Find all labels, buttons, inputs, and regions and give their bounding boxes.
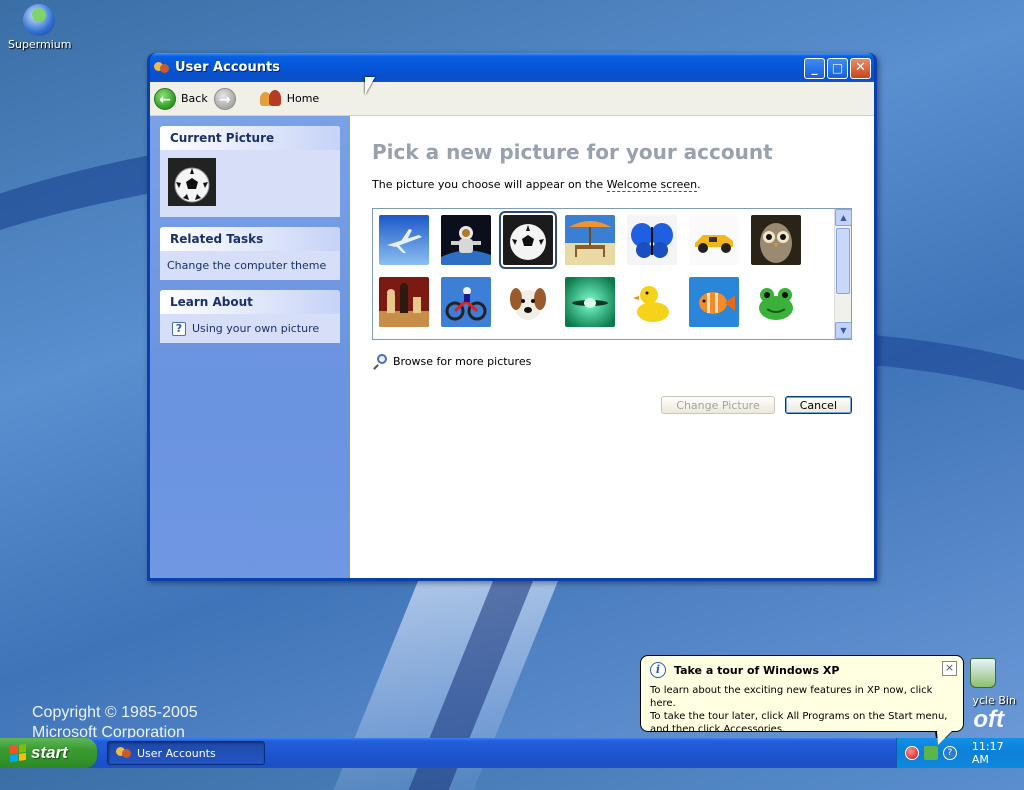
info-icon: i (650, 662, 666, 678)
browse-pictures-label: Browse for more pictures (393, 355, 532, 368)
picture-dog[interactable] (503, 277, 553, 327)
picture-rubber-duck[interactable] (627, 277, 677, 327)
home-button[interactable]: Home (242, 89, 320, 108)
recycle-bin-icon[interactable] (968, 658, 998, 694)
current-picture-soccer-ball (168, 158, 216, 206)
browse-pictures-link[interactable]: Browse for more pictures (372, 354, 852, 370)
picture-soccer-ball[interactable] (499, 211, 557, 269)
picture-chess[interactable] (379, 277, 429, 327)
main-content: Pick a new picture for your account The … (350, 116, 874, 578)
current-picture-panel: Current Picture (160, 126, 340, 217)
tour-tray-icon[interactable]: ? (942, 746, 957, 760)
picture-butterfly[interactable] (627, 215, 677, 265)
clock[interactable]: 11:17 AM (972, 740, 1024, 766)
balloon-title: Take a tour of Windows XP (674, 663, 840, 677)
picture-goldfish[interactable] (689, 277, 739, 327)
balloon-line: To learn about the exciting new features… (650, 685, 933, 709)
change-picture-button[interactable]: Change Picture (661, 396, 775, 414)
taskbar-item-user-accounts[interactable]: User Accounts (107, 741, 265, 765)
desktop-icon-supermium[interactable]: Supermium (8, 4, 72, 51)
user-accounts-home-icon (259, 89, 282, 108)
taskbar-item-label: User Accounts (137, 746, 216, 760)
picture-astronaut[interactable] (441, 215, 491, 265)
scrollbar-thumb[interactable] (836, 228, 850, 294)
picture-race-car[interactable] (689, 215, 739, 265)
balloon-message: To learn about the exciting new features… (650, 684, 954, 736)
user-accounts-icon (116, 745, 132, 761)
maximize-button[interactable]: □ (827, 58, 848, 79)
security-shield-icon[interactable] (905, 746, 919, 760)
scroll-up-icon[interactable]: ▲ (835, 209, 852, 226)
help-question-icon: ? (172, 321, 186, 336)
page-description: The picture you choose will appear on th… (372, 178, 852, 192)
mouse-cursor-icon (365, 77, 375, 95)
related-tasks-panel: Related Tasks Change the computer theme (160, 227, 340, 280)
picture-list: ▲ ▼ (372, 208, 852, 340)
back-arrow-icon: ← (154, 87, 176, 110)
copyright-line: Copyright © 1985-2005 (32, 704, 198, 721)
start-button[interactable]: start (0, 738, 97, 768)
picture-dirt-bike[interactable] (441, 277, 491, 327)
balloon-line: To take the tour later, click All Progra… (650, 711, 948, 722)
window-body: Current Picture Related Tasks Change the… (150, 116, 874, 578)
task-pane: Current Picture Related Tasks Change the… (150, 116, 350, 578)
home-label: Home (286, 92, 320, 105)
start-label: start (31, 743, 68, 762)
forward-button[interactable]: → (213, 87, 236, 110)
change-theme-link[interactable]: Change the computer theme (167, 257, 333, 274)
system-tray: ? 11:17 AM (896, 738, 1024, 768)
help-link-label: Using your own picture (192, 322, 320, 335)
page-heading: Pick a new picture for your account (372, 140, 773, 164)
title-bar[interactable]: User Accounts _ □ ✕ (150, 53, 874, 82)
supermium-globe-icon (23, 4, 55, 36)
back-label: Back (181, 92, 208, 105)
picture-frog[interactable] (751, 277, 801, 327)
balloon-line: and then click Accessories. (650, 724, 786, 735)
picture-fish-tank[interactable] (565, 277, 615, 327)
wallpaper-brand-text: oft (973, 706, 1004, 733)
dialog-buttons: Change Picture Cancel (651, 396, 852, 414)
description-text: The picture you choose will appear on th… (372, 178, 607, 191)
desktop-icon-label: Supermium (8, 38, 72, 51)
taskbar: start User Accounts ? 11:17 AM (0, 738, 1024, 768)
using-own-picture-link[interactable]: ? Using your own picture (167, 320, 333, 337)
magnifier-icon (372, 354, 387, 370)
panel-title: Current Picture (160, 126, 340, 150)
picture-owl[interactable] (751, 215, 801, 265)
minimize-button[interactable]: _ (804, 58, 825, 79)
user-accounts-icon (154, 60, 170, 76)
panel-title: Related Tasks (160, 227, 340, 251)
picture-beach-chair[interactable] (565, 215, 615, 265)
description-text: . (697, 178, 701, 191)
panel-title: Learn About (160, 290, 340, 314)
windows-logo-icon (10, 743, 26, 763)
user-accounts-window: User Accounts _ □ ✕ ← Back → Home Curren… (147, 53, 877, 581)
network-icon[interactable] (923, 746, 938, 760)
toolbar: ← Back → Home (150, 82, 874, 116)
copyright-notice: Copyright © 1985-2005 Microsoft Corporat… (32, 703, 198, 743)
learn-about-panel: Learn About ? Using your own picture (160, 290, 340, 343)
window-title: User Accounts (175, 60, 280, 75)
close-button[interactable]: ✕ (850, 58, 871, 79)
welcome-screen-link[interactable]: Welcome screen (606, 178, 698, 192)
forward-arrow-icon: → (213, 87, 236, 110)
picture-airplane[interactable] (379, 215, 429, 265)
back-button[interactable]: ← Back (154, 87, 208, 110)
tour-balloon-tip[interactable]: × i Take a tour of Windows XP To learn a… (640, 655, 964, 747)
picture-list-scrollbar[interactable]: ▲ ▼ (834, 209, 852, 339)
balloon-close-button[interactable]: × (942, 661, 957, 676)
cancel-button[interactable]: Cancel (784, 396, 852, 414)
scroll-down-icon[interactable]: ▼ (835, 322, 852, 339)
